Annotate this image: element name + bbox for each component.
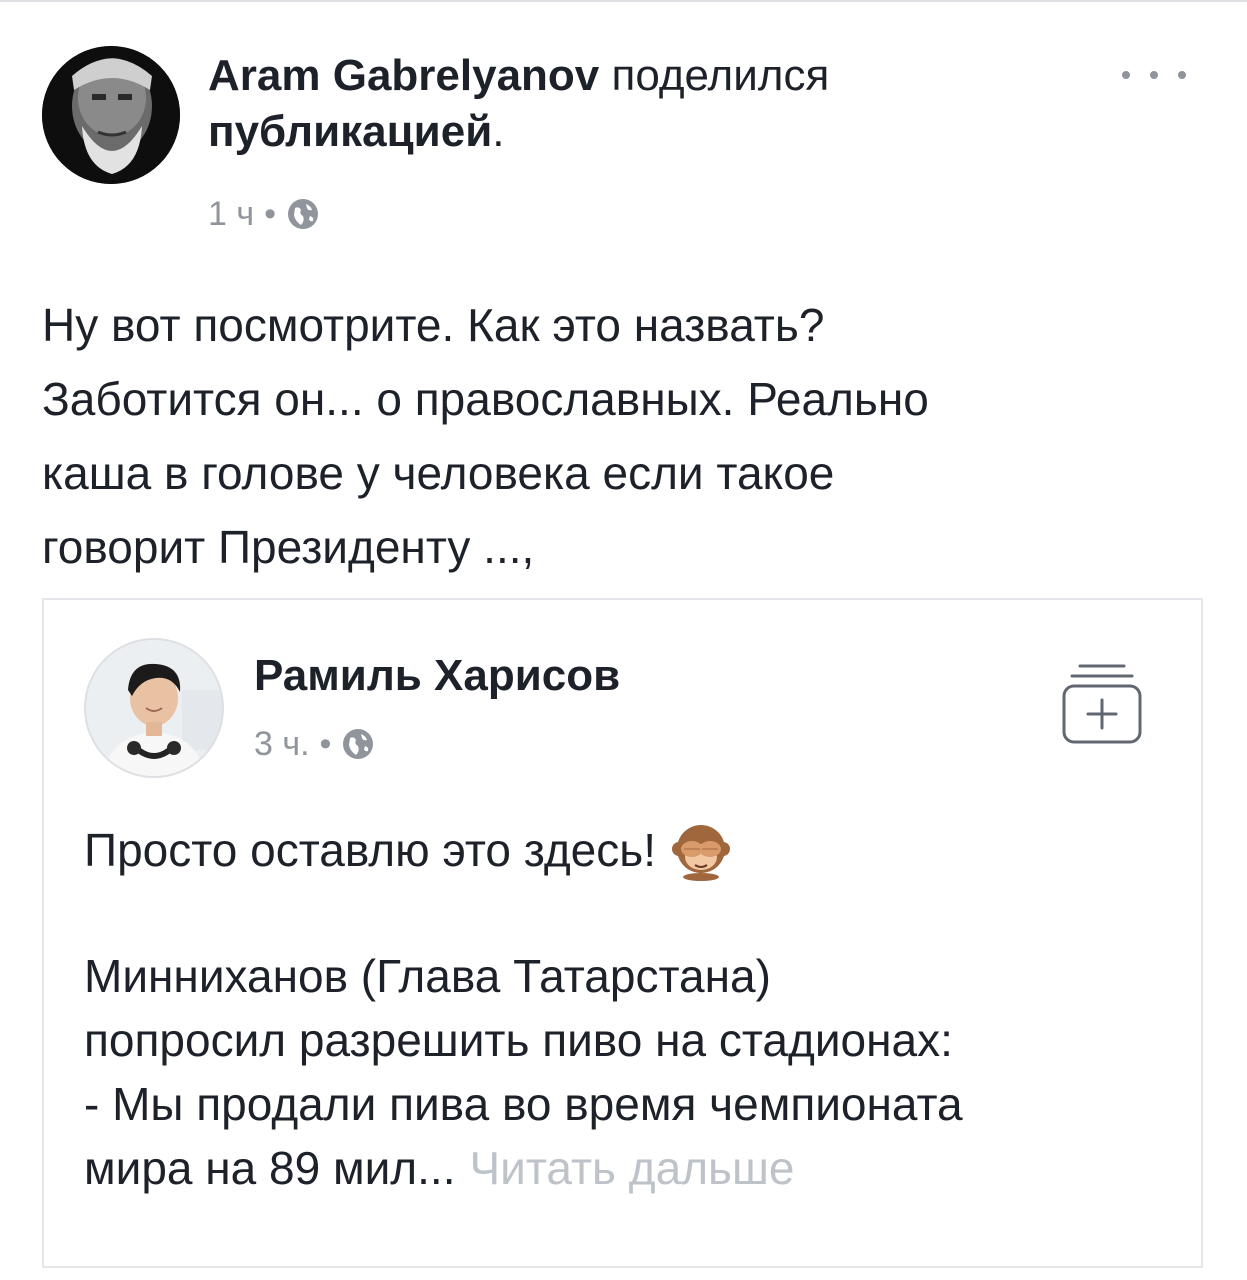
- dot: [1122, 71, 1130, 79]
- shared-paragraph: Минниханов (Глава Татарстана) попросил р…: [84, 944, 1174, 1200]
- shared-author-avatar[interactable]: [84, 638, 224, 778]
- shared-post-text: Просто оставлю это здесь! Минниханов (Гл…: [84, 818, 1174, 1200]
- see-no-evil-monkey-icon: [670, 819, 732, 881]
- shared-post-meta: 3 ч. •: [254, 722, 375, 766]
- globe-icon: [286, 197, 320, 231]
- top-divider: [0, 0, 1247, 2]
- meta-separator: •: [319, 725, 332, 763]
- shared-post-card[interactable]: Рамиль Харисов 3 ч. • Просто оставлю это…: [42, 598, 1203, 1268]
- meta-separator: •: [264, 195, 276, 233]
- shared-post-time[interactable]: 3 ч.: [254, 722, 310, 766]
- ellipsis-icon[interactable]: [1122, 60, 1186, 90]
- post-meta: 1 ч •: [208, 192, 320, 236]
- author-name[interactable]: Aram Gabrelyanov: [208, 51, 599, 100]
- dot: [1178, 71, 1186, 79]
- read-more-link[interactable]: Читать дальше: [469, 1142, 794, 1194]
- save-collection-icon[interactable]: [1060, 660, 1144, 746]
- post-header: Aram Gabrelyanov поделился публикацией.: [208, 48, 1088, 160]
- post-text: Ну вот посмотрите. Как это назвать? Забо…: [42, 299, 929, 573]
- shared-first-line: Просто оставлю это здесь!: [84, 818, 1174, 882]
- share-action-text: поделился: [599, 51, 830, 100]
- globe-icon: [341, 727, 375, 761]
- dot: [1150, 71, 1158, 79]
- shared-author-name[interactable]: Рамиль Харисов: [254, 648, 620, 704]
- post-time[interactable]: 1 ч: [208, 192, 254, 236]
- shared-publication-link[interactable]: публикацией: [208, 107, 492, 156]
- author-avatar[interactable]: [42, 46, 180, 184]
- share-action-end: .: [492, 107, 505, 156]
- shared-line1-text: Просто оставлю это здесь!: [84, 824, 656, 876]
